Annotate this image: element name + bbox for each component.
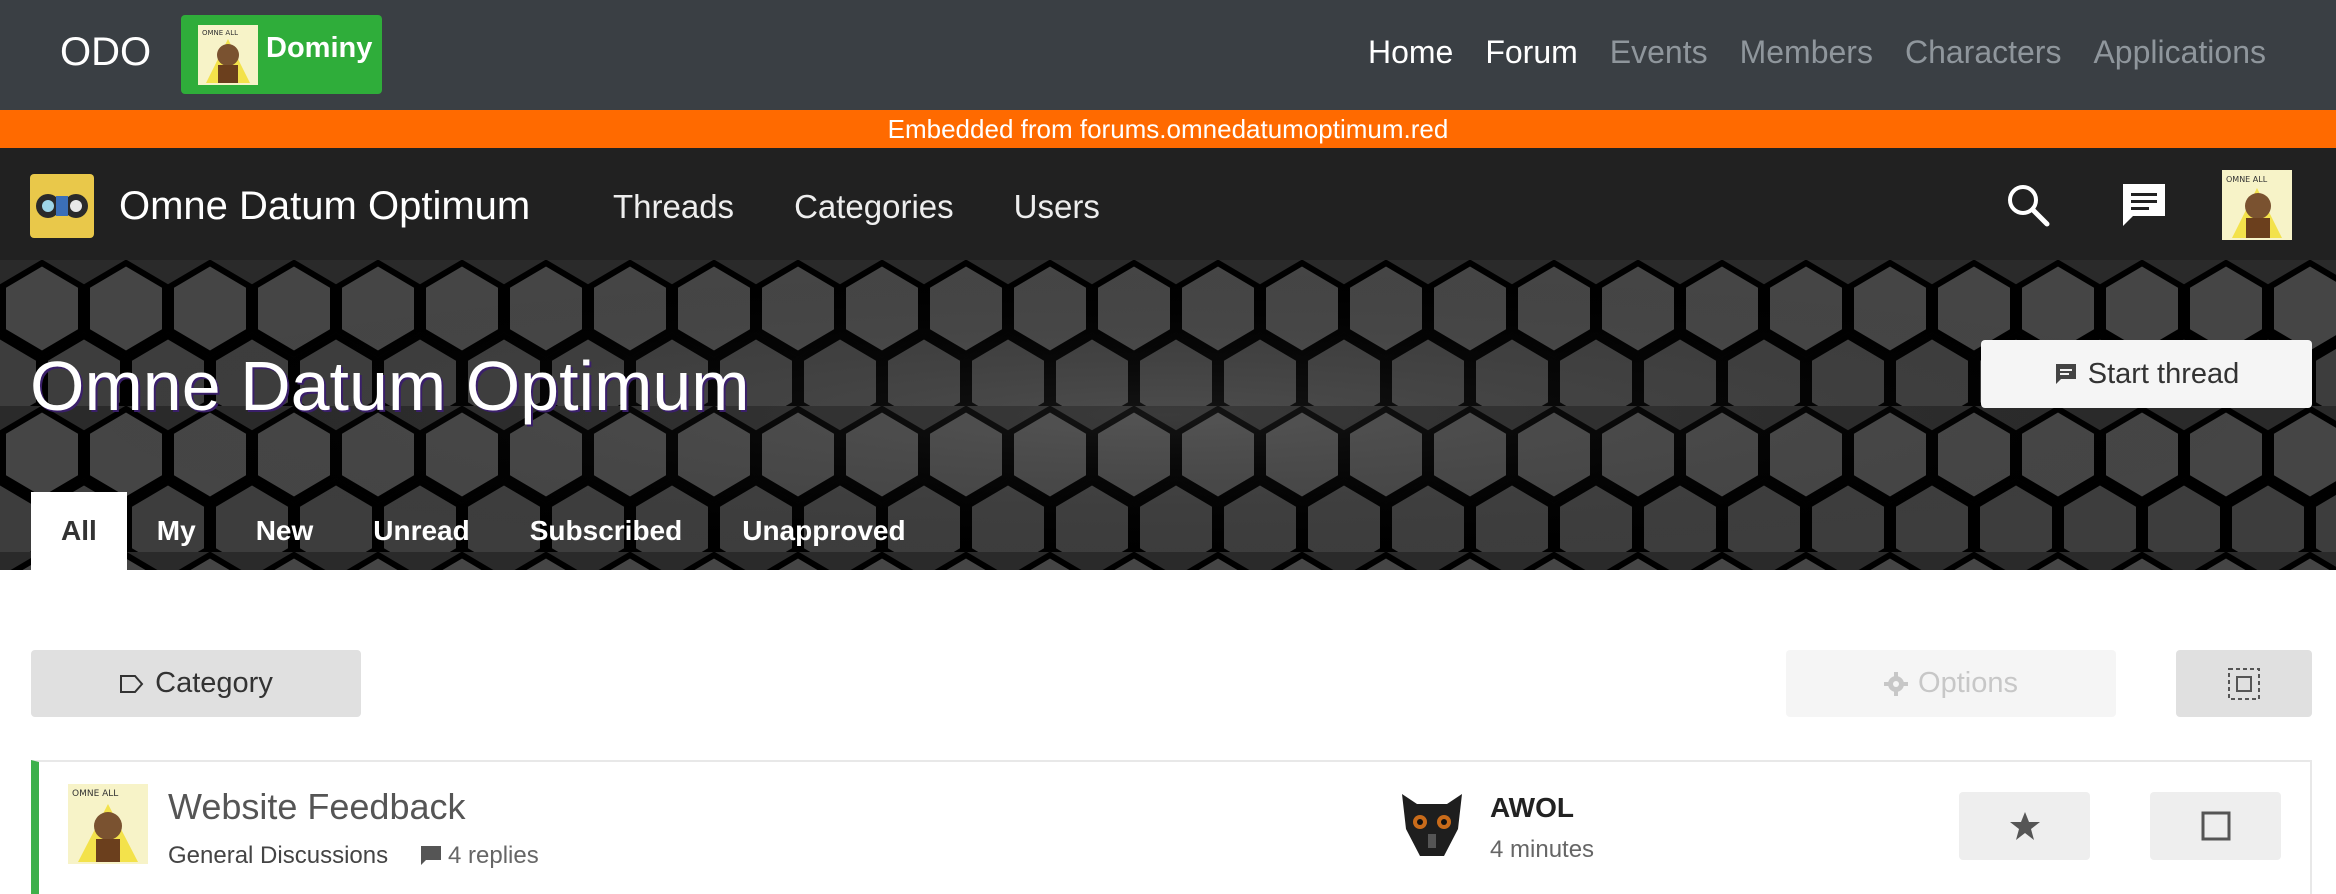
last-poster-avatar[interactable]	[1392, 784, 1472, 864]
svg-text:OMNE ALL: OMNE ALL	[72, 789, 118, 799]
forum-logo[interactable]	[30, 174, 94, 238]
forum-site-title[interactable]: Omne Datum Optimum	[119, 184, 530, 229]
embed-notice: Embedded from forums.omnedatumoptimum.re…	[0, 110, 2336, 148]
select-thread-checkbox[interactable]	[2150, 792, 2281, 860]
thread-category[interactable]: General Discussions	[168, 842, 388, 870]
nav-applications[interactable]: Applications	[2093, 34, 2266, 71]
nav-members[interactable]: Members	[1740, 34, 1873, 71]
table-row[interactable]: OMNE ALL Website Feedback General Discus…	[31, 760, 2312, 894]
tab-new[interactable]: New	[226, 492, 344, 570]
forum-nav: Threads Categories Users	[613, 188, 1100, 226]
options-label: Options	[1918, 667, 2018, 699]
forum-nav-categories[interactable]: Categories	[794, 188, 954, 226]
chat-icon	[2055, 364, 2076, 384]
category-filter-button[interactable]: Category	[31, 650, 361, 717]
star-icon	[2009, 812, 2040, 840]
forum-header: Omne Datum Optimum Threads Categories Us…	[0, 148, 2336, 260]
category-label: Category	[155, 667, 273, 699]
profile-avatar[interactable]: OMNE ALL	[2222, 170, 2292, 240]
select-all-icon	[2228, 667, 2260, 700]
app-topbar: ODO OMNE ALL Dominy Home Forum Events Me…	[0, 0, 2336, 110]
svg-text:OMNE ALL: OMNE ALL	[202, 29, 238, 37]
hero-title: Omne Datum Optimum	[30, 347, 750, 425]
last-poster-name[interactable]: AWOL	[1490, 792, 1574, 824]
tab-subscribed[interactable]: Subscribed	[500, 492, 712, 570]
tab-unread[interactable]: Unread	[343, 492, 499, 570]
nav-events[interactable]: Events	[1610, 34, 1708, 71]
nav-forum[interactable]: Forum	[1485, 34, 1577, 71]
forum-nav-users[interactable]: Users	[1014, 188, 1100, 226]
tab-my[interactable]: My	[127, 492, 226, 570]
user-avatar: OMNE ALL	[198, 24, 258, 85]
nav-characters[interactable]: Characters	[1905, 34, 2062, 71]
select-mode-button[interactable]	[2176, 650, 2312, 717]
options-button[interactable]: Options	[1786, 650, 2116, 717]
thread-replies: 4 replies	[420, 842, 539, 870]
replies-icon	[421, 846, 441, 865]
thread-filter-tabs: All My New Unread Subscribed Unapproved	[31, 492, 936, 570]
forum-nav-threads[interactable]: Threads	[613, 188, 734, 226]
gear-icon	[1884, 671, 1909, 696]
tab-all[interactable]: All	[31, 492, 127, 570]
user-name: Dominy	[266, 32, 373, 64]
start-thread-button[interactable]: Start thread	[1981, 340, 2312, 408]
author-avatar[interactable]: OMNE ALL	[68, 784, 148, 864]
reply-count: 4 replies	[448, 842, 539, 869]
checkbox-icon	[2201, 811, 2230, 841]
last-post-time: 4 minutes	[1490, 836, 1595, 863]
thread-title[interactable]: Website Feedback	[168, 786, 466, 828]
start-thread-label: Start thread	[2087, 357, 2240, 390]
app-brand[interactable]: ODO	[60, 30, 151, 75]
svg-text:OMNE ALL: OMNE ALL	[2226, 175, 2268, 184]
nav-home[interactable]: Home	[1368, 34, 1453, 71]
hero-banner: Omne Datum Optimum Start thread All My N…	[0, 260, 2336, 570]
chat-icon[interactable]	[2119, 180, 2169, 230]
tab-unapproved[interactable]: Unapproved	[712, 492, 935, 570]
app-nav: Home Forum Events Members Characters App…	[1368, 34, 2266, 71]
tag-icon	[120, 674, 144, 693]
star-button[interactable]	[1959, 792, 2090, 860]
user-chip[interactable]: OMNE ALL Dominy	[181, 15, 382, 94]
search-icon[interactable]	[2005, 182, 2051, 228]
